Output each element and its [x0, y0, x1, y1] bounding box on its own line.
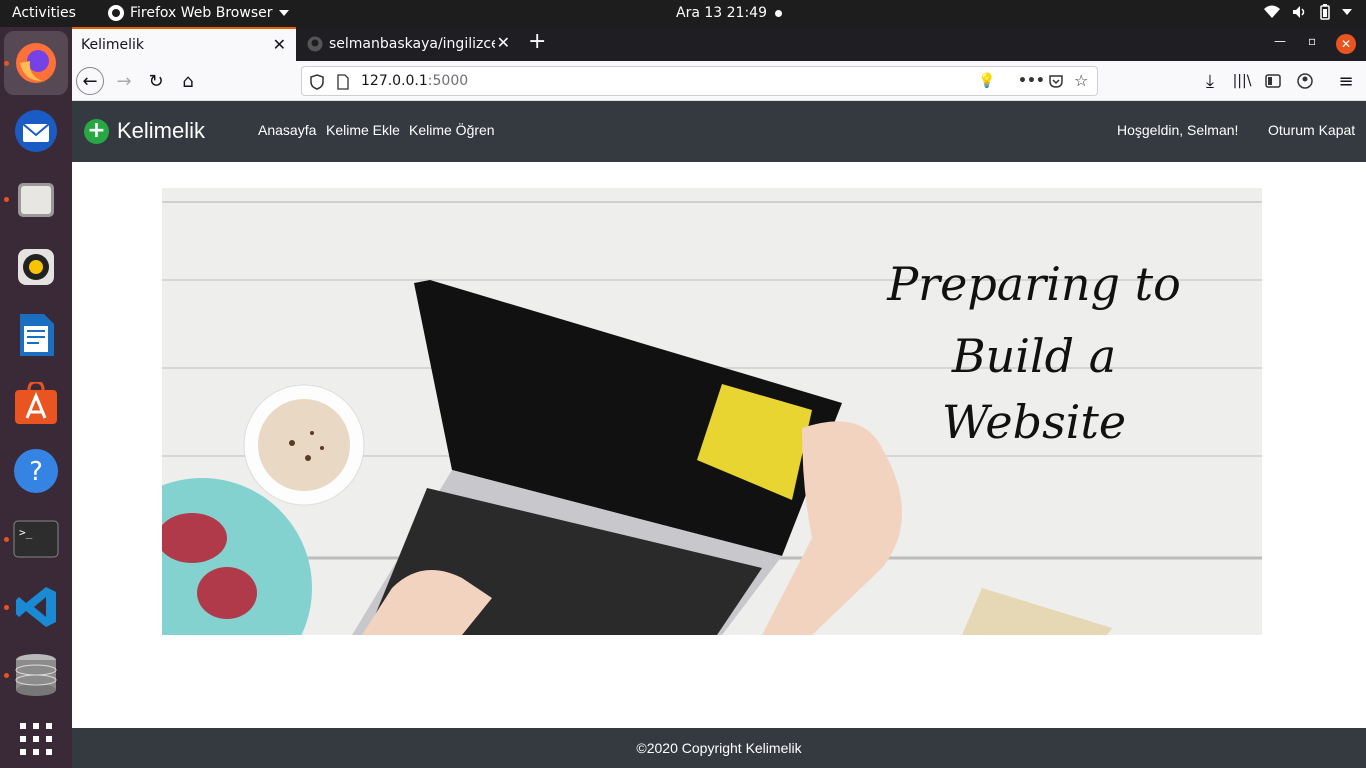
site-navbar: + Kelimelik Anasayfa Kelime Ekle Kelime …	[72, 101, 1366, 162]
maximize-button[interactable]: ▫	[1308, 34, 1316, 48]
logout-link[interactable]: Oturum Kapat	[1268, 122, 1355, 138]
terminal-icon: >_	[13, 520, 59, 558]
system-tray[interactable]	[1264, 4, 1352, 20]
dock-database-icon[interactable]	[10, 649, 62, 701]
site-footer: ©2020 Copyright Kelimelik	[72, 728, 1366, 768]
close-window-button[interactable]: ✕	[1336, 34, 1356, 54]
dock-help-icon[interactable]: ?	[10, 445, 62, 497]
back-button[interactable]: ←	[76, 67, 104, 95]
page-icon	[337, 74, 349, 90]
firefox-icon	[16, 43, 56, 83]
running-indicator	[4, 61, 9, 66]
forward-button[interactable]: →	[110, 67, 138, 95]
pocket-icon[interactable]	[1048, 73, 1064, 89]
new-tab-button[interactable]: +	[528, 31, 546, 53]
hero-illustration: Preparing to Build a Website	[162, 188, 1262, 635]
running-indicator	[4, 673, 9, 678]
shield-icon	[310, 74, 324, 90]
close-icon[interactable]: ✕	[497, 35, 510, 51]
software-icon	[15, 382, 57, 424]
dock-writer-icon[interactable]	[10, 309, 62, 361]
minimize-button[interactable]: —	[1274, 34, 1286, 48]
volume-icon	[1293, 6, 1305, 18]
app-menu-label: Firefox Web Browser	[130, 5, 273, 21]
rhythmbox-icon	[18, 249, 54, 285]
battery-icon	[1320, 4, 1330, 20]
nav-link-kelime-ekle[interactable]: Kelime Ekle	[326, 122, 400, 138]
gnome-top-bar: Activities Firefox Web Browser Ara 13 21…	[0, 0, 1366, 27]
dock-firefox-icon[interactable]	[4, 31, 68, 95]
dock-apps-grid-icon[interactable]	[10, 713, 62, 765]
dock: ? >_	[0, 27, 72, 768]
nav-link-anasayfa[interactable]: Anasayfa	[258, 122, 316, 138]
downloads-icon[interactable]: ⤓	[1196, 67, 1224, 95]
bookmark-star-icon[interactable]: ☆	[1074, 71, 1088, 90]
hero-image: Preparing to Build a Website	[162, 188, 1262, 635]
url-text[interactable]: 127.0.0.1:5000	[361, 73, 468, 89]
running-indicator	[4, 605, 9, 610]
url-bar[interactable]: 127.0.0.1:5000 💡 ••• ☆	[301, 66, 1098, 96]
svg-text:?: ?	[29, 457, 43, 487]
apps-grid-icon	[20, 723, 52, 755]
thunderbird-icon	[15, 110, 57, 152]
help-icon: ?	[14, 449, 58, 493]
hero-line-3: Website	[942, 395, 1126, 449]
tab-label: selmanbaskaya/ingilizce	[329, 36, 495, 52]
chevron-down-icon	[1342, 9, 1352, 15]
github-icon	[307, 36, 323, 52]
dock-terminal-icon[interactable]: >_	[10, 513, 62, 565]
library-icon[interactable]: |||\	[1228, 67, 1256, 95]
plus-circle-icon: +	[84, 118, 109, 144]
nav-link-kelime-ogren[interactable]: Kelime Öğren	[409, 122, 495, 138]
tab-kelimelik[interactable]: Kelimelik ✕	[72, 27, 296, 61]
activities-button[interactable]: Activities	[12, 5, 76, 21]
database-icon	[15, 654, 57, 696]
tab-label: Kelimelik	[81, 37, 145, 53]
app-menu[interactable]: Firefox Web Browser	[108, 5, 289, 21]
account-icon[interactable]	[1297, 73, 1313, 89]
firefox-small-icon	[108, 5, 124, 21]
navigation-toolbar: ← → ↻ ⌂ 127.0.0.1:5000 💡 ••• ☆ ⤓ |||\ ≡	[72, 61, 1366, 101]
firefox-window: Kelimelik ✕ selmanbaskaya/ingilizce ✕ + …	[72, 27, 1366, 768]
hero-line-1: Preparing to	[886, 257, 1181, 311]
url-port: :5000	[427, 73, 469, 89]
running-indicator	[4, 197, 9, 202]
greeting-link[interactable]: Hoşgeldin, Selman!	[1117, 122, 1238, 138]
dock-thunderbird-icon[interactable]	[10, 105, 62, 157]
dock-software-icon[interactable]	[10, 377, 62, 429]
sidebar-icon[interactable]	[1265, 74, 1281, 88]
clock[interactable]: Ara 13 21:49	[676, 5, 767, 21]
files-icon	[18, 183, 54, 217]
home-button[interactable]: ⌂	[174, 67, 202, 95]
copyright-text: ©2020 Copyright Kelimelik	[636, 740, 802, 756]
brand-link[interactable]: + Kelimelik	[84, 118, 205, 144]
svg-text:>_: >_	[19, 526, 33, 539]
lightbulb-icon[interactable]: 💡	[978, 73, 995, 89]
web-page: + Kelimelik Anasayfa Kelime Ekle Kelime …	[72, 101, 1366, 768]
dock-rhythmbox-icon[interactable]	[10, 241, 62, 293]
close-icon[interactable]: ✕	[273, 37, 286, 53]
dock-files-icon[interactable]	[10, 173, 62, 225]
vscode-icon	[16, 587, 56, 627]
brand-name: Kelimelik	[117, 118, 206, 143]
wifi-icon	[1264, 5, 1280, 18]
running-indicator	[4, 537, 9, 542]
notification-dot-icon	[775, 10, 782, 17]
url-host: 127.0.0.1	[361, 73, 428, 89]
hero-line-2: Build a	[951, 329, 1116, 383]
tab-bar: Kelimelik ✕ selmanbaskaya/ingilizce ✕ + …	[72, 27, 1366, 61]
more-actions-icon[interactable]: •••	[1018, 73, 1045, 89]
dock-vscode-icon[interactable]	[10, 581, 62, 633]
menu-icon[interactable]: ≡	[1332, 67, 1360, 95]
tab-github[interactable]: selmanbaskaya/ingilizce ✕	[298, 27, 520, 61]
writer-icon	[20, 314, 54, 356]
chevron-down-icon	[278, 10, 289, 16]
reload-button[interactable]: ↻	[142, 67, 170, 95]
